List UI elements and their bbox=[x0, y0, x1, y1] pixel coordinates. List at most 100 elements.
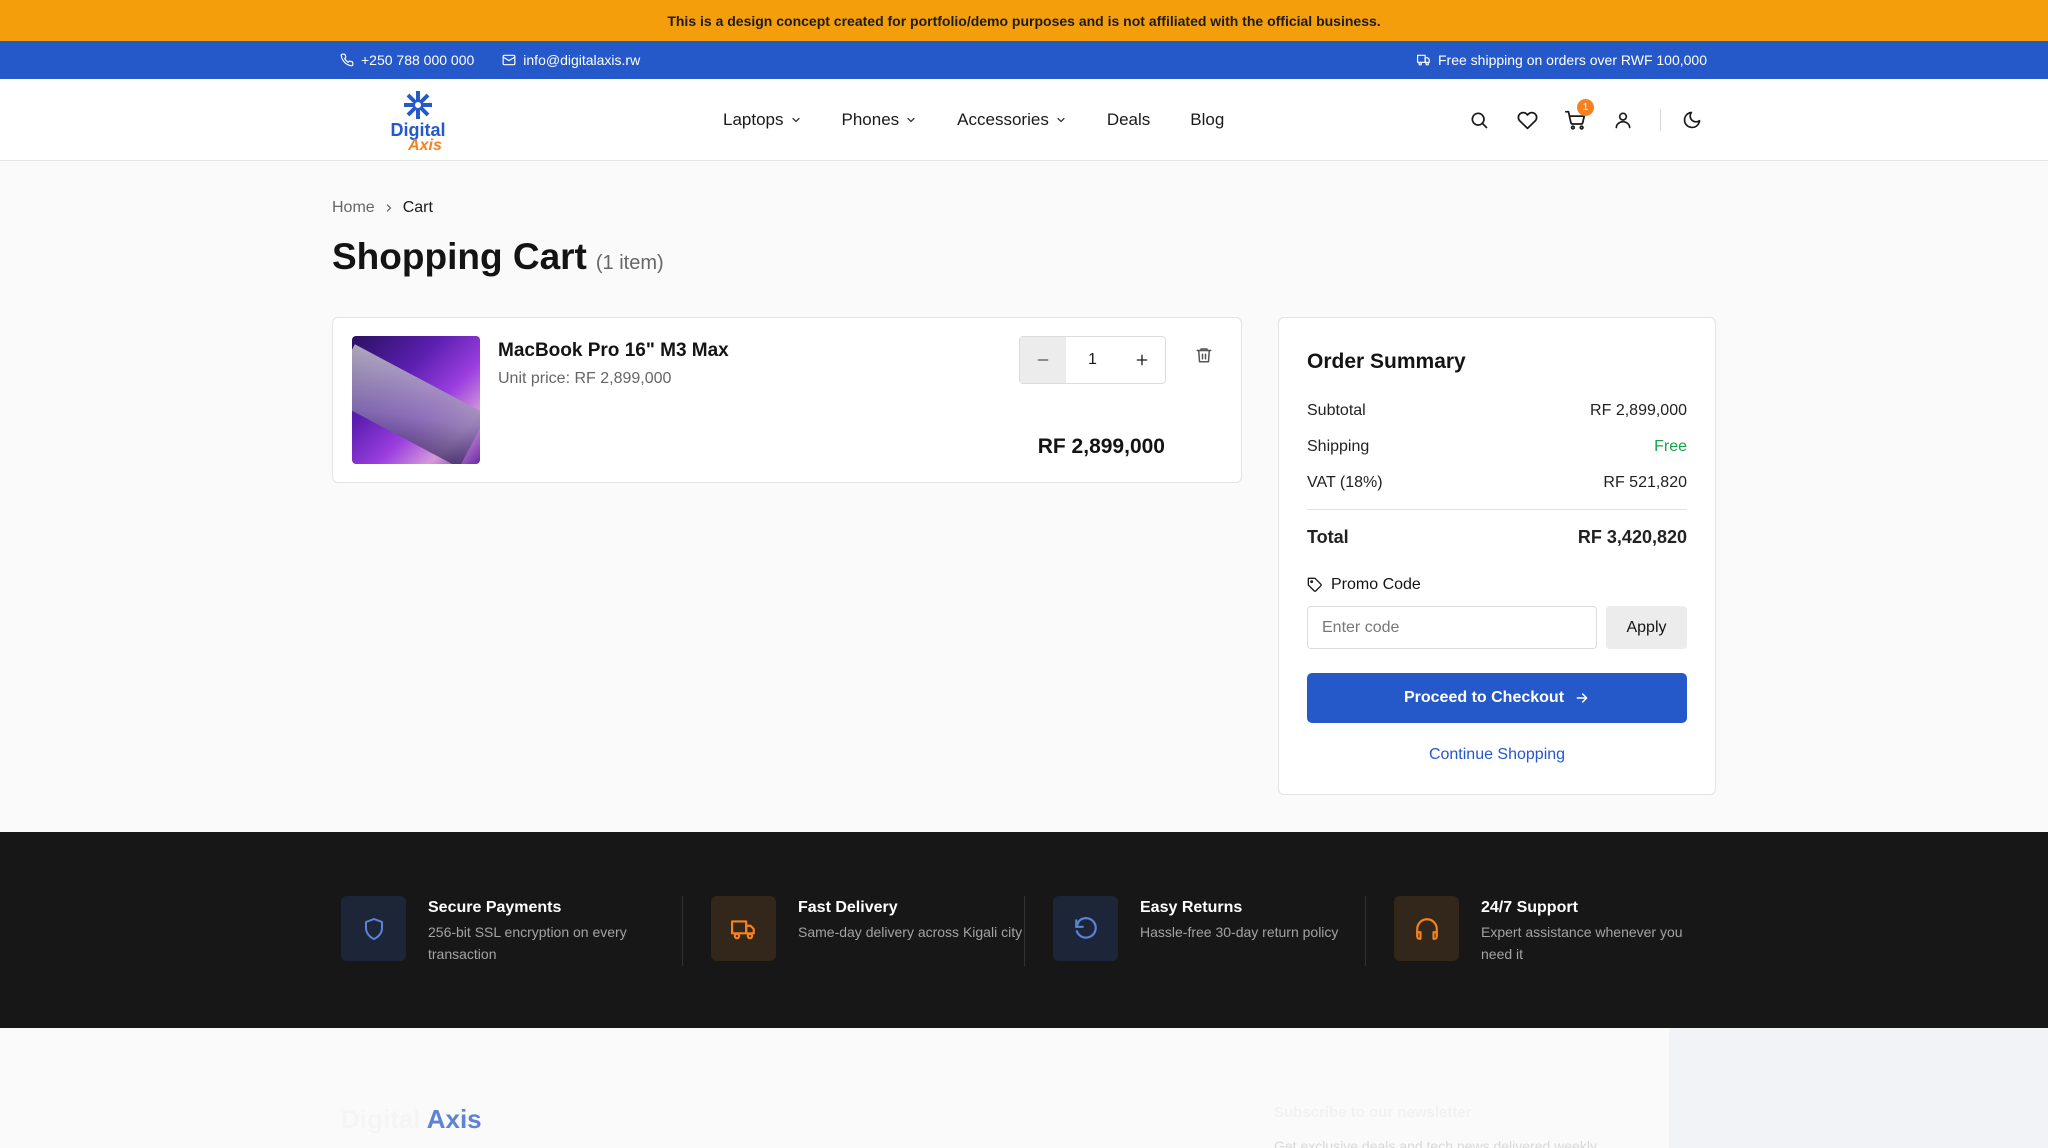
footer-logo[interactable]: Digital Axis bbox=[341, 1104, 482, 1135]
decrease-quantity-button[interactable] bbox=[1020, 337, 1066, 383]
header-actions: 1 bbox=[1468, 79, 1729, 161]
promo-code-label: Promo Code bbox=[1307, 576, 1421, 594]
feature-title: Secure Payments bbox=[428, 899, 562, 916]
increase-quantity-button[interactable] bbox=[1119, 337, 1165, 383]
product-unit-price: Unit price: RF 2,899,000 bbox=[498, 370, 672, 387]
newsletter-title: Subscribe to our newsletter bbox=[1274, 1104, 1472, 1121]
search-button[interactable] bbox=[1468, 109, 1490, 131]
main-nav: Laptops Phones Accessories Deals Blog bbox=[723, 79, 1224, 161]
feature-easy-returns: Easy Returns Hassle-free 30-day return p… bbox=[1053, 896, 1368, 961]
promo-code-input[interactable]: Enter code bbox=[1307, 606, 1597, 649]
product-image-laptop bbox=[352, 344, 480, 464]
nav-blog[interactable]: Blog bbox=[1190, 110, 1224, 130]
nav-label: Blog bbox=[1190, 110, 1225, 129]
summary-divider bbox=[1307, 509, 1687, 510]
feature-text: Fast Delivery Same-day delivery across K… bbox=[798, 896, 1026, 961]
account-button[interactable] bbox=[1612, 109, 1634, 131]
site-footer: Digital Axis Subscribe to our newsletter… bbox=[0, 1028, 2048, 1148]
subtotal-value: RF 2,899,000 bbox=[1590, 402, 1687, 419]
truck-icon bbox=[730, 919, 755, 939]
cart-item-card: MacBook Pro 16" M3 Max Unit price: RF 2,… bbox=[332, 317, 1242, 483]
wishlist-button[interactable] bbox=[1516, 109, 1538, 131]
demo-notice-text: This is a design concept created for por… bbox=[667, 12, 1381, 29]
feature-divider bbox=[682, 896, 683, 966]
truck-icon bbox=[1417, 54, 1430, 66]
feature-description: Hassle-free 30-day return policy bbox=[1140, 924, 1339, 940]
proceed-to-checkout-button[interactable]: Proceed to Checkout bbox=[1307, 673, 1687, 723]
trash-icon bbox=[1196, 348, 1212, 363]
nav-phones[interactable]: Phones bbox=[842, 110, 918, 130]
headphones-icon bbox=[1415, 917, 1438, 940]
feature-text: 24/7 Support Expert assistance whenever … bbox=[1481, 896, 1709, 965]
contact-info: +250 788 000 000 info@digitalaxis.rw bbox=[340, 41, 640, 79]
tag-icon bbox=[1307, 577, 1322, 592]
total-value: RF 3,420,820 bbox=[1577, 527, 1687, 547]
heart-icon bbox=[1517, 111, 1537, 129]
brand-logo[interactable]: Digital Axis bbox=[342, 85, 494, 156]
nav-deals[interactable]: Deals bbox=[1107, 110, 1150, 130]
subtotal-row: Subtotal RF 2,899,000 bbox=[1307, 402, 1687, 420]
product-image[interactable] bbox=[352, 336, 480, 464]
order-summary: Order Summary Subtotal RF 2,899,000 Ship… bbox=[1278, 317, 1716, 795]
brand-name-primary: Digital bbox=[390, 119, 446, 140]
search-icon bbox=[1471, 112, 1488, 129]
feature-text: Easy Returns Hassle-free 30-day return p… bbox=[1140, 896, 1368, 961]
site-header: Digital Axis Laptops Phones Accessories … bbox=[0, 79, 2048, 161]
feature-divider bbox=[1365, 896, 1366, 966]
features-strip: Secure Payments 256-bit SSL encryption o… bbox=[0, 832, 2048, 1028]
top-contact-bar: +250 788 000 000 info@digitalaxis.rw Fre… bbox=[0, 41, 2048, 79]
theme-toggle-button[interactable] bbox=[1681, 109, 1703, 131]
phone-number: +250 788 000 000 bbox=[361, 52, 475, 68]
cart-count-badge: 1 bbox=[1577, 99, 1594, 116]
shipping-row: Shipping Free bbox=[1307, 438, 1687, 456]
feature-icon-box bbox=[1053, 896, 1118, 961]
arrow-right-icon bbox=[1576, 693, 1588, 703]
rotate-ccw-icon bbox=[1074, 916, 1097, 939]
demo-notice-banner: This is a design concept created for por… bbox=[0, 0, 2048, 41]
mail-icon bbox=[502, 54, 516, 66]
breadcrumb-home[interactable]: Home bbox=[332, 199, 375, 217]
phone-icon bbox=[340, 53, 354, 67]
feature-icon-box bbox=[1394, 896, 1459, 961]
chevron-down-icon bbox=[907, 117, 915, 123]
vat-value: RF 521,820 bbox=[1603, 474, 1687, 491]
nav-laptops[interactable]: Laptops bbox=[723, 110, 802, 130]
breadcrumb-current: Cart bbox=[402, 199, 433, 216]
shipping-value: Free bbox=[1654, 438, 1687, 455]
feature-title: 24/7 Support bbox=[1481, 899, 1578, 916]
moon-icon bbox=[1683, 111, 1701, 129]
email-address: info@digitalaxis.rw bbox=[523, 52, 641, 68]
chevron-right-icon bbox=[386, 204, 392, 212]
shield-icon bbox=[364, 917, 383, 940]
page-title-text: Shopping Cart bbox=[332, 236, 587, 277]
breadcrumb: Home Cart bbox=[332, 199, 433, 217]
remove-item-button[interactable] bbox=[1195, 346, 1213, 369]
minus-icon bbox=[1037, 359, 1049, 361]
cart-button[interactable]: 1 bbox=[1564, 99, 1594, 131]
vat-row: VAT (18%) RF 521,820 bbox=[1307, 474, 1687, 492]
footer-side-panel bbox=[1669, 1028, 2048, 1148]
apply-promo-button[interactable]: Apply bbox=[1606, 606, 1687, 649]
feature-title: Easy Returns bbox=[1140, 899, 1243, 916]
feature-description: 256-bit SSL encryption on every transact… bbox=[428, 924, 627, 962]
header-divider bbox=[1660, 109, 1661, 131]
free-shipping-note: Free shipping on orders over RWF 100,000 bbox=[1417, 41, 1707, 79]
feature-text: Secure Payments 256-bit SSL encryption o… bbox=[428, 896, 656, 965]
nav-label: Phones bbox=[841, 110, 900, 129]
shipping-label: Shipping bbox=[1307, 438, 1370, 455]
email-contact[interactable]: info@digitalaxis.rw bbox=[502, 52, 640, 68]
quantity-value[interactable]: 1 bbox=[1066, 337, 1119, 383]
total-label: Total bbox=[1307, 527, 1349, 547]
continue-shopping-link[interactable]: Continue Shopping bbox=[1307, 746, 1687, 764]
nav-label: Deals bbox=[1106, 110, 1151, 129]
user-icon bbox=[1615, 112, 1631, 129]
brand-name-secondary: Axis bbox=[408, 136, 442, 154]
feature-icon-box bbox=[341, 896, 406, 961]
chevron-down-icon bbox=[1057, 117, 1065, 123]
promo-code-text: Promo Code bbox=[1331, 576, 1421, 593]
footer-logo-secondary: Axis bbox=[426, 1104, 482, 1134]
phone-contact[interactable]: +250 788 000 000 bbox=[340, 52, 474, 68]
feature-description: Same-day delivery across Kigali city bbox=[798, 924, 1023, 940]
product-name[interactable]: MacBook Pro 16" M3 Max bbox=[498, 340, 729, 362]
nav-accessories[interactable]: Accessories bbox=[957, 110, 1067, 130]
